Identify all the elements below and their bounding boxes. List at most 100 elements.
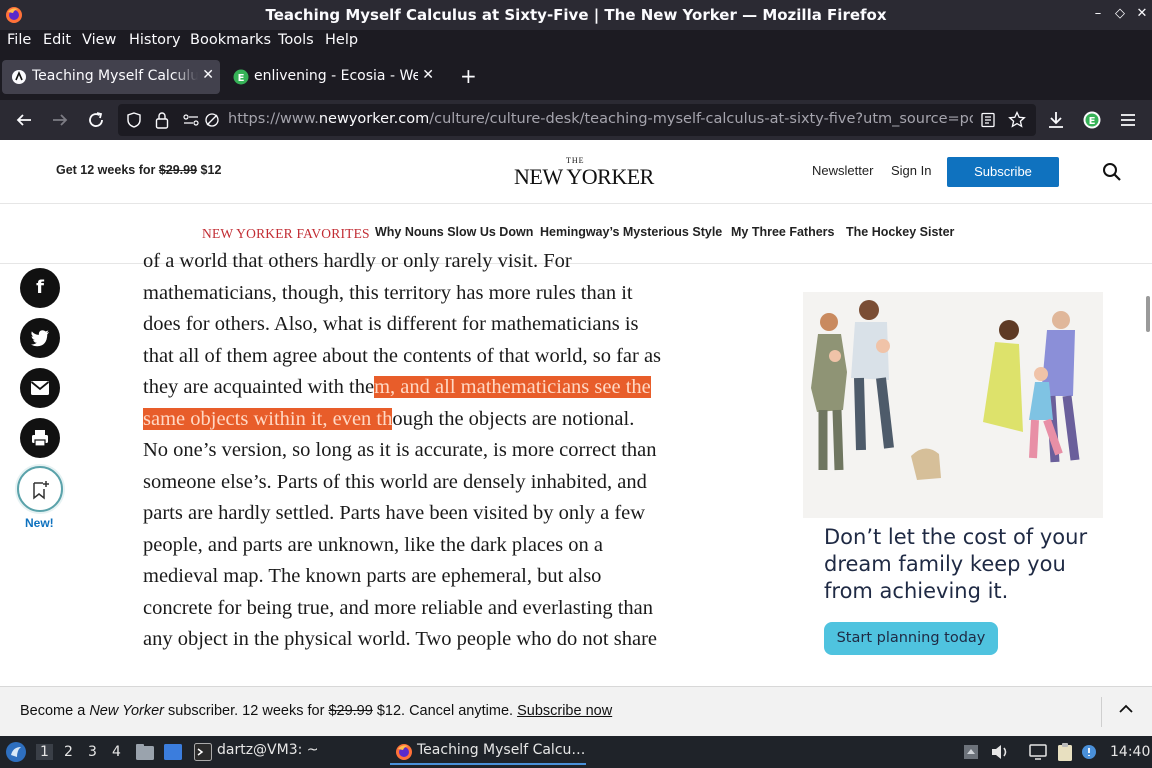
maximize-icon[interactable]: ◇ bbox=[1110, 4, 1130, 24]
screen: Teaching Myself Calculus at Sixty-Five |… bbox=[0, 0, 1152, 768]
tracking-blocked-icon[interactable] bbox=[204, 112, 220, 128]
new-tab-button[interactable]: + bbox=[460, 64, 477, 88]
minimize-icon[interactable]: – bbox=[1088, 4, 1108, 24]
menu-bookmarks[interactable]: Bookmarks bbox=[190, 32, 271, 48]
menu-tools[interactable]: Tools bbox=[278, 32, 314, 48]
ad-headline: Don’t let the cost of your dream family … bbox=[824, 525, 1088, 603]
lock-icon[interactable] bbox=[154, 111, 170, 129]
article-line: they are acquainted with them, and all m… bbox=[143, 376, 651, 398]
tab-bar: Teaching Myself Calculus at Sixty-Five ✕… bbox=[0, 54, 1152, 100]
article-line: mathematicians, though, this territory h… bbox=[143, 281, 633, 304]
ad-cta-button[interactable]: Start planning today bbox=[824, 622, 998, 655]
article-line: medieval map. The known parts are epheme… bbox=[143, 565, 602, 587]
window-title: Teaching Myself Calculus at Sixty-Five |… bbox=[265, 6, 887, 24]
subscribe-button[interactable]: Subscribe bbox=[947, 157, 1059, 187]
downloads-icon[interactable] bbox=[1044, 108, 1068, 132]
tab-label: enlivening - Ecosia - Web bbox=[254, 68, 418, 84]
workspace-1[interactable]: 1 bbox=[36, 744, 53, 760]
article-line: someone else’s. Parts of this world are … bbox=[143, 470, 647, 493]
menu-bar: File Edit View History Bookmarks Tools H… bbox=[0, 30, 1152, 54]
bookmark-add-icon bbox=[33, 481, 49, 500]
workspace-4[interactable]: 4 bbox=[112, 744, 121, 760]
menu-history[interactable]: History bbox=[129, 32, 181, 48]
terminal-icon bbox=[194, 743, 212, 761]
share-twitter-button[interactable] bbox=[20, 318, 60, 358]
file-manager-icon[interactable] bbox=[135, 743, 155, 761]
tab-new-yorker[interactable]: Teaching Myself Calculus at Sixty-Five ✕ bbox=[2, 60, 220, 94]
favorite-link[interactable]: The Hockey Sister bbox=[846, 225, 954, 239]
subscribe-now-link[interactable]: Subscribe now bbox=[517, 703, 612, 719]
taskbar-firefox[interactable]: Teaching Myself Calcu… bbox=[390, 739, 586, 765]
tab-label: Teaching Myself Calculus at Sixty-Five bbox=[32, 68, 198, 84]
svg-text:E: E bbox=[1089, 116, 1096, 127]
bookmark-star-icon[interactable] bbox=[1008, 111, 1026, 129]
article-line: any object in the physical world. Two pe… bbox=[143, 628, 657, 650]
page-scrollbar[interactable] bbox=[1146, 296, 1150, 332]
twitter-icon bbox=[31, 330, 49, 347]
clock: 14:40 bbox=[1110, 744, 1151, 760]
shield-icon[interactable] bbox=[126, 112, 142, 128]
workspace-3[interactable]: 3 bbox=[88, 744, 97, 760]
family-illustration-icon bbox=[803, 292, 1103, 518]
article-line: concrete for being true, and more reliab… bbox=[143, 596, 653, 619]
article-line: No one’s version, so long as it is accur… bbox=[143, 439, 657, 461]
favorite-link[interactable]: My Three Fathers bbox=[731, 225, 835, 239]
close-window-icon[interactable]: ✕ bbox=[1132, 4, 1152, 24]
site-header: Get 12 weeks for $29.99 $12 THE NEW YORK… bbox=[0, 140, 1152, 204]
close-tab-icon[interactable]: ✕ bbox=[422, 67, 434, 83]
advertisement[interactable]: Don’t let the cost of your dream family … bbox=[803, 292, 1103, 736]
reader-view-icon[interactable] bbox=[980, 112, 996, 128]
save-story-button[interactable] bbox=[17, 466, 63, 512]
article-line: of a world that others hardly or only ra… bbox=[143, 250, 572, 272]
permissions-icon[interactable] bbox=[182, 112, 200, 128]
taskbar-terminal[interactable]: dartz@VM3: ~ bbox=[217, 742, 319, 758]
system-taskbar: 1 2 3 4 dartz@VM3: ~ Teaching Myself Cal… bbox=[0, 736, 1152, 768]
back-icon[interactable] bbox=[12, 108, 36, 132]
app-menu-icon[interactable] bbox=[1116, 108, 1140, 132]
tab-ecosia[interactable]: E enlivening - Ecosia - Web ✕ bbox=[224, 60, 440, 94]
sign-in-link[interactable]: Sign In bbox=[891, 163, 931, 178]
firefox-icon bbox=[396, 744, 412, 760]
notification-icon[interactable] bbox=[1080, 742, 1098, 762]
start-menu-icon[interactable] bbox=[5, 741, 27, 763]
share-email-button[interactable] bbox=[20, 368, 60, 408]
highlighted-text: m, and all mathematicians see the bbox=[374, 376, 651, 398]
favorite-link[interactable]: Hemingway’s Mysterious Style bbox=[540, 225, 722, 239]
share-facebook-button[interactable]: f bbox=[20, 268, 60, 308]
article-line: does for others. Also, what is different… bbox=[143, 313, 639, 335]
chevron-up-icon[interactable] bbox=[1116, 699, 1136, 719]
search-icon[interactable] bbox=[1102, 162, 1122, 182]
svg-text:E: E bbox=[238, 73, 245, 84]
print-button[interactable] bbox=[20, 418, 60, 458]
article-line: people, and parts are unknown, like the … bbox=[143, 533, 603, 556]
close-tab-icon[interactable]: ✕ bbox=[202, 67, 214, 83]
workspace-2[interactable]: 2 bbox=[64, 744, 73, 760]
favorites-title: NEW YORKER FAVORITES bbox=[202, 226, 370, 241]
favorite-link[interactable]: Why Nouns Slow Us Down bbox=[375, 225, 533, 239]
tray-arrow-icon[interactable] bbox=[962, 743, 980, 761]
network-icon[interactable] bbox=[1028, 743, 1048, 761]
taskbar-firefox-label: Teaching Myself Calcu… bbox=[417, 742, 586, 758]
article-line: same objects within it, even though the … bbox=[143, 407, 635, 430]
ecosia-icon: E bbox=[233, 69, 249, 85]
clipboard-icon[interactable] bbox=[1056, 742, 1074, 762]
menu-view[interactable]: View bbox=[82, 32, 116, 48]
menu-file[interactable]: File bbox=[7, 32, 31, 48]
article-body[interactable]: of a world that others hardly or only ra… bbox=[143, 246, 703, 656]
promo-bar-text: Become a New Yorker subscriber. 12 weeks… bbox=[20, 703, 613, 719]
ecosia-extension-icon[interactable]: E bbox=[1080, 108, 1104, 132]
desktop-icon[interactable] bbox=[163, 743, 183, 761]
menu-edit[interactable]: Edit bbox=[43, 32, 71, 48]
volume-icon[interactable] bbox=[990, 743, 1010, 761]
reload-icon[interactable] bbox=[84, 108, 108, 132]
new-yorker-logo[interactable]: THE NEW YORKER bbox=[514, 154, 654, 190]
printer-icon bbox=[32, 430, 48, 447]
url-bar[interactable]: https://www.newyorker.com/culture/cultur… bbox=[118, 104, 1036, 136]
menu-help[interactable]: Help bbox=[325, 32, 358, 48]
save-new-label: New! bbox=[25, 516, 54, 530]
promo-offer-link[interactable]: Get 12 weeks for $29.99 $12 bbox=[56, 163, 221, 177]
promo-divider bbox=[1101, 697, 1102, 727]
new-yorker-favicon-icon bbox=[12, 70, 26, 84]
newsletter-link[interactable]: Newsletter bbox=[812, 163, 873, 178]
url-text[interactable]: https://www.newyorker.com/culture/cultur… bbox=[228, 111, 973, 127]
